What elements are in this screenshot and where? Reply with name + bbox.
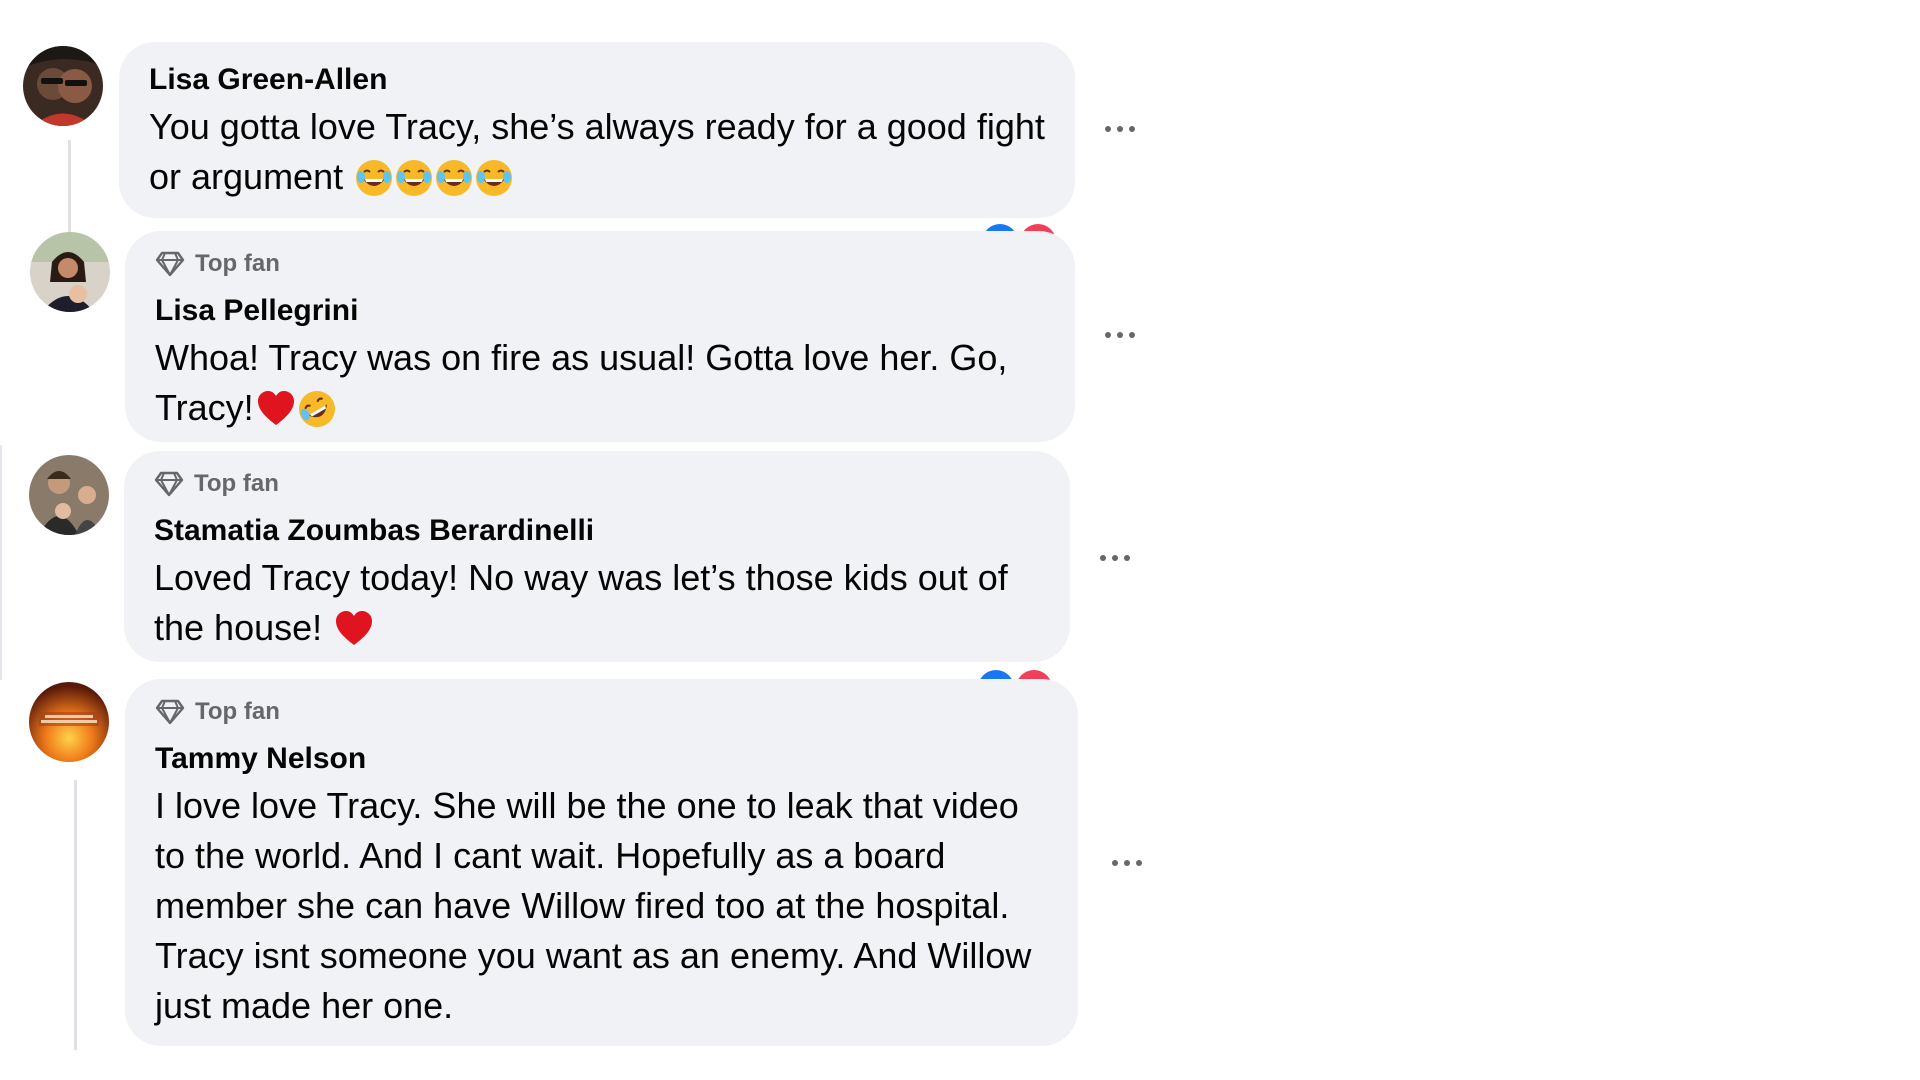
diamond-icon <box>155 699 185 725</box>
comment-text-body: Loved Tracy today! No way was let’s thos… <box>154 557 1008 648</box>
top-fan-badge[interactable]: Top fan <box>155 249 1045 279</box>
top-fan-badge[interactable]: Top fan <box>154 469 1040 499</box>
avatar-image <box>29 682 109 762</box>
comment-text-body: You gotta love Tracy, she’s always ready… <box>149 106 1045 197</box>
laughing-emoji <box>355 159 393 197</box>
avatar[interactable] <box>30 232 110 312</box>
avatar[interactable] <box>29 682 109 762</box>
comment-author[interactable]: Tammy Nelson <box>155 741 1048 777</box>
avatar-image <box>23 46 103 126</box>
comment-text-body: I love love Tracy. She will be the one t… <box>155 785 1032 1026</box>
comment-text: You gotta love Tracy, she’s always ready… <box>149 102 1045 202</box>
top-fan-label: Top fan <box>195 250 280 277</box>
heart-emoji <box>256 390 296 428</box>
comment-bubble: Top fan Lisa Pellegrini Whoa! Tracy was … <box>125 231 1075 442</box>
comment-text: I love love Tracy. She will be the one t… <box>155 781 1048 1031</box>
laughing-emoji <box>435 159 473 197</box>
heart-emoji <box>334 610 374 648</box>
comment-text: Whoa! Tracy was on fire as usual! Gotta … <box>155 333 1045 433</box>
comment-author[interactable]: Lisa Pellegrini <box>155 293 1045 329</box>
rofl-emoji <box>298 390 336 428</box>
diamond-icon <box>154 471 184 497</box>
thread-edge-line <box>0 445 2 680</box>
thread-line-4 <box>74 780 77 1050</box>
laughing-emoji <box>395 159 433 197</box>
avatar-image <box>30 232 110 312</box>
avatar[interactable] <box>29 455 109 535</box>
more-options-icon[interactable] <box>1090 543 1140 573</box>
comment-author[interactable]: Lisa Green-Allen <box>149 62 1045 98</box>
diamond-icon <box>155 251 185 277</box>
thread-line-1 <box>68 140 71 240</box>
avatar[interactable] <box>23 46 103 126</box>
more-options-icon[interactable] <box>1102 848 1152 878</box>
more-options-icon[interactable] <box>1095 114 1145 144</box>
comment-text: Loved Tracy today! No way was let’s thos… <box>154 553 1040 653</box>
comment-bubble: Lisa Green-Allen You gotta love Tracy, s… <box>119 42 1075 218</box>
more-options-icon[interactable] <box>1095 320 1145 350</box>
comment-author[interactable]: Stamatia Zoumbas Berardinelli <box>154 513 1040 549</box>
comment-bubble: Top fan Stamatia Zoumbas Berardinelli Lo… <box>124 451 1070 662</box>
top-fan-badge[interactable]: Top fan <box>155 697 1048 727</box>
top-fan-label: Top fan <box>194 470 279 497</box>
laughing-emoji <box>475 159 513 197</box>
top-fan-label: Top fan <box>195 698 280 725</box>
avatar-image <box>29 455 109 535</box>
comment-bubble: Top fan Tammy Nelson I love love Tracy. … <box>125 679 1078 1046</box>
